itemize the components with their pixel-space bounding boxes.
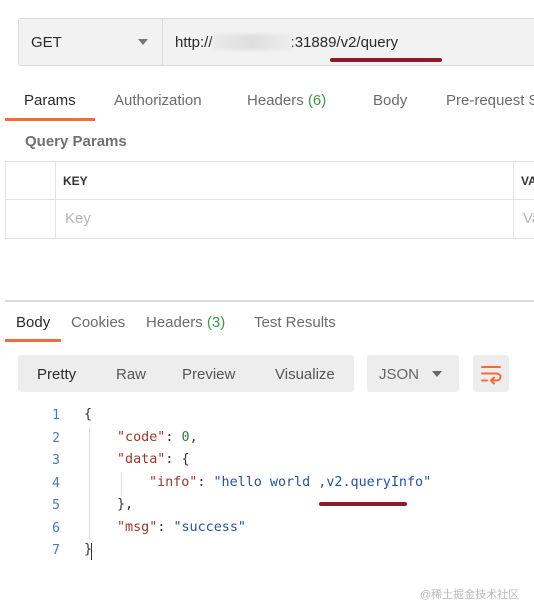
- tab-test-results[interactable]: Test Results: [254, 314, 336, 331]
- code-annotation-underline: [319, 502, 407, 506]
- line-number: 4: [52, 476, 60, 491]
- url-text: http://:31889/v2/query: [175, 34, 399, 51]
- key-input[interactable]: Key: [65, 210, 91, 227]
- tab-headers[interactable]: Headers (6): [247, 92, 326, 109]
- format-label: JSON: [379, 366, 420, 383]
- tab-pre-request[interactable]: Pre-request S: [446, 92, 534, 109]
- line-number: 7: [52, 543, 60, 558]
- watermark: @稀土掘金技术社区: [420, 589, 520, 601]
- table-border-mid: [5, 199, 534, 200]
- line-number: 1: [52, 408, 60, 423]
- line-number: 2: [52, 431, 60, 446]
- code-line: "info": "hello world ,v2.queryInfo": [149, 475, 432, 490]
- line-number: 6: [52, 521, 60, 536]
- indent-guide: [121, 473, 122, 495]
- method-label: GET: [31, 34, 62, 51]
- table-col-divider: [513, 161, 514, 239]
- chevron-down-icon: [138, 39, 148, 45]
- wrap-icon: [481, 366, 502, 385]
- pretty-button[interactable]: Pretty: [37, 366, 76, 383]
- preview-button[interactable]: Preview: [182, 366, 235, 383]
- code-line: },: [117, 497, 134, 512]
- code-line: {: [84, 407, 93, 422]
- column-header-key: KEY: [63, 174, 88, 188]
- tab-response-headers[interactable]: Headers (3): [146, 314, 225, 331]
- column-header-value: VA: [521, 174, 534, 188]
- redacted-host: [212, 34, 291, 50]
- code-line: "data": {: [117, 452, 190, 467]
- tab-cookies[interactable]: Cookies: [71, 314, 125, 331]
- code-line: "msg": "success": [117, 520, 246, 535]
- table-border-left: [5, 161, 6, 239]
- value-input[interactable]: Va: [523, 210, 534, 227]
- raw-button[interactable]: Raw: [116, 366, 146, 383]
- code-line: "code": 0,: [117, 430, 198, 445]
- active-response-tab-indicator: [5, 339, 61, 342]
- response-headers-count: (3): [206, 314, 226, 331]
- tab-authorization[interactable]: Authorization: [114, 92, 202, 109]
- indent-guide: [89, 428, 90, 540]
- pane-divider[interactable]: [5, 300, 534, 302]
- line-number: 5: [52, 498, 60, 513]
- headers-count: (6): [307, 92, 327, 109]
- tab-body[interactable]: Body: [373, 92, 407, 109]
- tab-response-body[interactable]: Body: [16, 314, 50, 331]
- table-col-divider: [55, 161, 56, 239]
- active-tab-indicator: [5, 118, 95, 121]
- wrap-lines-button[interactable]: [473, 355, 509, 392]
- table-border-top: [5, 161, 534, 162]
- line-number: 3: [52, 453, 60, 468]
- url-annotation-underline: [330, 58, 442, 62]
- query-params-title: Query Params: [25, 133, 127, 150]
- table-border-bottom: [5, 238, 534, 239]
- tab-params[interactable]: Params: [24, 92, 76, 109]
- text-cursor: [91, 543, 92, 560]
- chevron-down-icon: [432, 371, 442, 377]
- visualize-button[interactable]: Visualize: [275, 366, 335, 383]
